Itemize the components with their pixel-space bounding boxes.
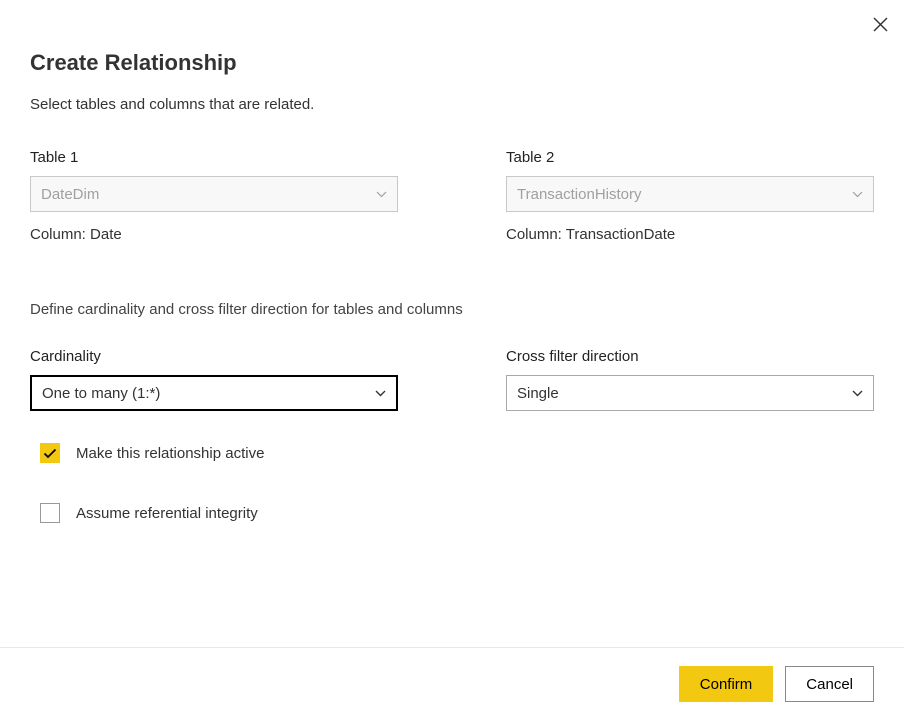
table2-column-info: Column: TransactionDate — [506, 226, 874, 243]
cross-filter-select[interactable]: Single — [506, 375, 874, 411]
table1-column-value: Date — [90, 226, 122, 243]
create-relationship-dialog: Create Relationship Select tables and co… — [0, 0, 904, 720]
table2-select-value: TransactionHistory — [517, 186, 843, 203]
cardinality-label: Cardinality — [30, 348, 398, 365]
active-checkbox-row: Make this relationship active — [40, 443, 874, 463]
close-icon — [873, 17, 888, 32]
dialog-footer: Confirm Cancel — [0, 647, 904, 720]
dialog-title: Create Relationship — [30, 50, 874, 76]
chevron-down-icon — [851, 387, 863, 399]
close-button[interactable] — [870, 14, 890, 34]
integrity-checkbox[interactable] — [40, 503, 60, 523]
table2-column-label: Column: — [506, 226, 562, 243]
active-checkbox-label[interactable]: Make this relationship active — [76, 445, 264, 462]
integrity-checkbox-row: Assume referential integrity — [40, 503, 874, 523]
table1-select-value: DateDim — [41, 186, 367, 203]
cardinality-row: Cardinality One to many (1:*) Cross filt… — [30, 348, 874, 411]
table1-select[interactable]: DateDim — [30, 176, 398, 212]
active-checkbox[interactable] — [40, 443, 60, 463]
confirm-button[interactable]: Confirm — [679, 666, 774, 702]
cross-filter-label: Cross filter direction — [506, 348, 874, 365]
chevron-down-icon — [851, 188, 863, 200]
cross-filter-select-value: Single — [517, 385, 843, 402]
dialog-subtitle: Select tables and columns that are relat… — [30, 96, 874, 113]
table1-column: Table 1 DateDim Column: Date — [30, 149, 398, 243]
integrity-checkbox-label[interactable]: Assume referential integrity — [76, 505, 258, 522]
chevron-down-icon — [374, 387, 386, 399]
cardinality-select-value: One to many (1:*) — [42, 385, 366, 402]
table2-column-value: TransactionDate — [566, 226, 676, 243]
check-icon — [43, 448, 57, 459]
cardinality-column: Cardinality One to many (1:*) — [30, 348, 398, 411]
table2-label: Table 2 — [506, 149, 874, 166]
table-select-row: Table 1 DateDim Column: Date Table 2 Tra… — [30, 149, 874, 243]
cross-filter-column: Cross filter direction Single — [506, 348, 874, 411]
section-description: Define cardinality and cross filter dire… — [30, 301, 874, 318]
table1-column-info: Column: Date — [30, 226, 398, 243]
table2-select[interactable]: TransactionHistory — [506, 176, 874, 212]
table1-label: Table 1 — [30, 149, 398, 166]
cardinality-select[interactable]: One to many (1:*) — [30, 375, 398, 411]
table1-column-label: Column: — [30, 226, 86, 243]
chevron-down-icon — [375, 188, 387, 200]
cancel-button[interactable]: Cancel — [785, 666, 874, 702]
table2-column: Table 2 TransactionHistory Column: Trans… — [506, 149, 874, 243]
